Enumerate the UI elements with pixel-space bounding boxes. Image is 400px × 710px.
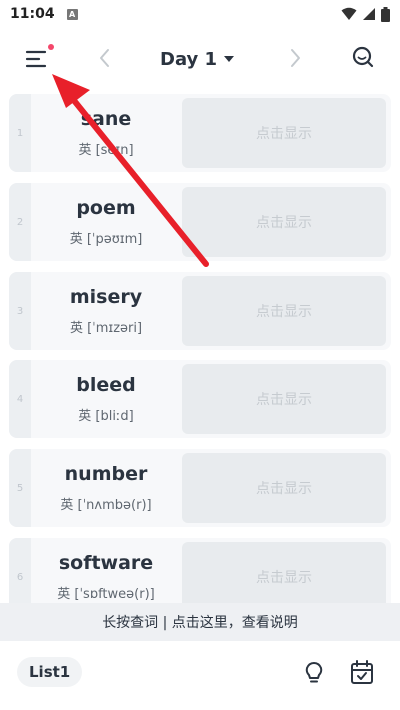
next-day-button[interactable] [286, 46, 304, 70]
hint-bar[interactable]: 长按查词 | 点击这里，查看说明 [0, 603, 400, 641]
word-main[interactable]: sane 英 [seɪn] [31, 94, 181, 172]
word-text: poem [76, 197, 136, 219]
lightbulb-icon [305, 662, 323, 683]
word-phonetic: 英 [ˈsɒftweə(r)] [57, 587, 155, 602]
word-main[interactable]: poem 英 [ˈpəʊɪm] [31, 183, 181, 261]
header: Day 1 [0, 36, 400, 80]
reveal-meaning-button[interactable]: 点击显示 [182, 187, 386, 257]
search-button[interactable] [350, 44, 376, 70]
word-index: 4 [9, 360, 31, 438]
word-phonetic: 英 [bliːd] [78, 409, 134, 424]
word-main[interactable]: bleed 英 [bliːd] [31, 360, 181, 438]
notification-dot [48, 44, 54, 50]
word-text: number [64, 463, 148, 485]
word-index: 1 [9, 94, 31, 172]
word-card[interactable]: 3 misery 英 [ˈmɪzəri] 点击显示 [9, 272, 391, 350]
caret-down-icon [224, 56, 235, 62]
word-card[interactable]: 2 poem 英 [ˈpəʊɪm] 点击显示 [9, 183, 391, 261]
menu-button[interactable] [24, 44, 54, 72]
signal-icon [363, 8, 375, 20]
word-text: bleed [76, 374, 136, 396]
day-label: Day 1 [160, 48, 218, 70]
word-phonetic: 英 [ˈmɪzəri] [69, 321, 143, 336]
word-card[interactable]: 4 bleed 英 [bliːd] 点击显示 [9, 360, 391, 438]
previous-day-button[interactable] [96, 46, 114, 70]
chevron-left-icon [100, 49, 109, 67]
chevron-right-icon [291, 49, 300, 67]
list-selector-button[interactable]: List1 [17, 657, 83, 687]
reveal-meaning-button[interactable]: 点击显示 [182, 364, 386, 434]
word-card[interactable]: 1 sane 英 [seɪn] 点击显示 [9, 94, 391, 172]
status-time: 11:04 [10, 6, 55, 22]
word-card[interactable]: 5 number 英 [ˈnʌmbə(r)] 点击显示 [9, 449, 391, 527]
reveal-meaning-button[interactable]: 点击显示 [182, 98, 386, 168]
word-phonetic: 英 [seɪn] [78, 143, 134, 158]
bottom-bar: List1 [0, 644, 400, 710]
calendar-check-icon [351, 660, 373, 684]
word-phonetic: 英 [ˈnʌmbə(r)] [60, 498, 152, 513]
reveal-meaning-button[interactable]: 点击显示 [182, 453, 386, 523]
day-selector[interactable]: Day 1 [160, 46, 235, 72]
word-index: 2 [9, 183, 31, 261]
word-phonetic: 英 [ˈpəʊɪm] [69, 232, 143, 247]
battery-icon [381, 6, 390, 22]
wifi-icon [341, 7, 357, 20]
status-bar: 11:04 A [0, 0, 400, 28]
word-index: 3 [9, 272, 31, 350]
status-icons [341, 6, 390, 22]
word-index: 5 [9, 449, 31, 527]
word-main[interactable]: number 英 [ˈnʌmbə(r)] [31, 449, 181, 527]
word-text: sane [80, 108, 132, 130]
word-text: software [58, 552, 154, 574]
word-main[interactable]: misery 英 [ˈmɪzəri] [31, 272, 181, 350]
hint-toggle-button[interactable] [302, 660, 326, 686]
menu-icon [25, 50, 47, 68]
reveal-meaning-button[interactable]: 点击显示 [182, 276, 386, 346]
search-icon [352, 46, 374, 68]
calendar-button[interactable] [350, 660, 374, 686]
notification-icon: A [66, 8, 78, 20]
word-text: misery [69, 286, 143, 308]
reveal-meaning-button[interactable]: 点击显示 [182, 542, 386, 612]
